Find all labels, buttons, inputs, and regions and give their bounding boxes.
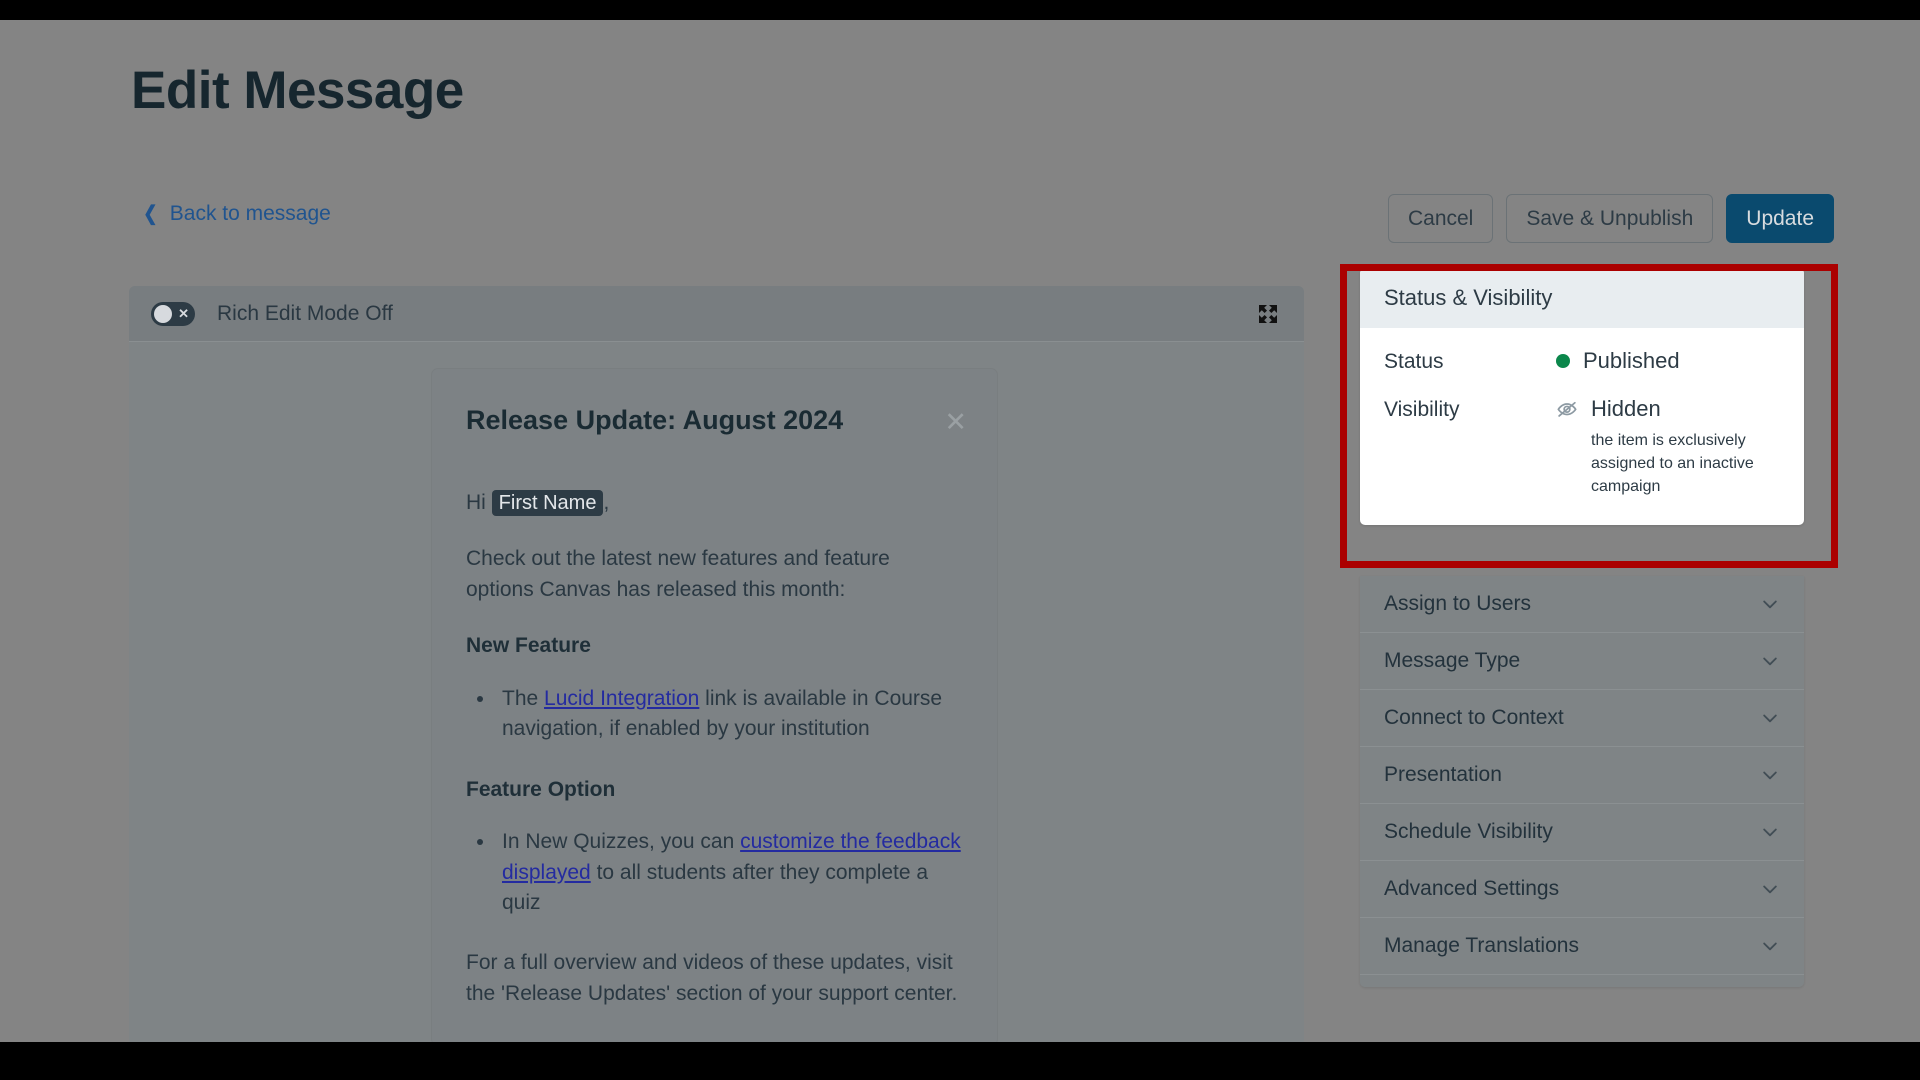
chevron-down-icon — [1760, 594, 1780, 614]
greeting-suffix: , — [603, 491, 610, 514]
chevron-down-icon — [1760, 708, 1780, 728]
message-preview-card: Release Update: August 2024 ✕ Hi First N… — [432, 369, 997, 1042]
eye-slash-icon — [1556, 398, 1578, 420]
chevron-left-icon: ❮ — [143, 203, 158, 225]
cancel-button[interactable]: Cancel — [1387, 194, 1494, 243]
chevron-down-icon — [1760, 765, 1780, 785]
visibility-note: the item is exclusively assigned to an i… — [1591, 432, 1754, 496]
page-backdrop: Edit Message ❮ Back to message Cancel Sa… — [0, 20, 1920, 1042]
accordion-item-advanced-settings[interactable]: Advanced Settings — [1360, 861, 1804, 918]
visibility-value-wrap: Hidden the item is exclusively assigned … — [1556, 396, 1780, 499]
toggle-knob — [154, 304, 172, 323]
list-item: In New Quizzes, you can customize the fe… — [496, 827, 963, 918]
accordion-label: Advanced Settings — [1384, 877, 1560, 900]
bullet-1-pre: The — [502, 686, 545, 710]
chevron-down-icon — [1760, 822, 1780, 842]
accordion-label: Message Type — [1384, 649, 1521, 672]
accordion-item-message-type[interactable]: Message Type — [1360, 633, 1804, 690]
list-item: The Lucid Integration link is available … — [496, 684, 963, 745]
status-value-wrap: Published — [1556, 348, 1780, 374]
accordion-footer-spacer — [1360, 975, 1804, 987]
update-button[interactable]: Update — [1726, 194, 1834, 243]
accordion-item-presentation[interactable]: Presentation — [1360, 747, 1804, 804]
editor-toolbar: ✕ Rich Edit Mode Off — [129, 286, 1304, 342]
app-viewport: Edit Message ❮ Back to message Cancel Sa… — [0, 20, 1920, 1042]
accordion-item-assign-to-users[interactable]: Assign to Users — [1360, 576, 1804, 633]
accordion-item-manage-translations[interactable]: Manage Translations — [1360, 918, 1804, 975]
back-to-message-label: Back to message — [169, 202, 331, 225]
visibility-value: Hidden — [1591, 396, 1661, 421]
green-dot-icon — [1556, 354, 1570, 368]
chevron-down-icon — [1760, 936, 1780, 956]
chevron-down-icon — [1760, 879, 1780, 899]
section-heading-feature-option: Feature Option — [466, 777, 616, 801]
message-editor-card: ✕ Rich Edit Mode Off Release Update: Aug… — [129, 286, 1304, 1042]
fullscreen-expand-icon[interactable] — [1256, 302, 1280, 326]
message-greeting: Hi First Name, — [466, 488, 963, 518]
status-value-line: Published — [1556, 348, 1780, 374]
accordion-label: Connect to Context — [1384, 706, 1564, 729]
message-intro: Check out the latest new features and fe… — [466, 547, 890, 601]
toggle-off-icon: ✕ — [178, 306, 189, 321]
accordion-item-connect-to-context[interactable]: Connect to Context — [1360, 690, 1804, 747]
accordion-item-schedule-visibility[interactable]: Schedule Visibility — [1360, 804, 1804, 861]
greeting-prefix: Hi — [466, 491, 492, 514]
status-value: Published — [1583, 348, 1680, 373]
save-and-unpublish-button[interactable]: Save & Unpublish — [1506, 194, 1714, 243]
rich-edit-mode-label: Rich Edit Mode Off — [217, 301, 393, 325]
sidebar: Status & Visibility Status Published Vis… — [1360, 268, 1804, 525]
message-outro: For a full overview and videos of these … — [466, 951, 958, 1005]
accordion-label: Schedule Visibility — [1384, 820, 1553, 843]
settings-accordion: Assign to Users Message Type Connect to … — [1360, 576, 1804, 987]
accordion-label: Assign to Users — [1384, 592, 1532, 615]
accordion-label: Manage Translations — [1384, 934, 1579, 957]
visibility-row: Visibility Hidden the item is exclusivel… — [1384, 396, 1780, 499]
status-visibility-body: Status Published Visibility Hidden the i… — [1360, 328, 1804, 525]
feature-option-list: In New Quizzes, you can customize the fe… — [496, 827, 963, 918]
new-feature-list: The Lucid Integration link is available … — [496, 684, 963, 745]
visibility-value-line: Hidden — [1556, 396, 1780, 422]
first-name-merge-pill: First Name — [491, 490, 604, 516]
status-visibility-heading: Status & Visibility — [1360, 268, 1804, 328]
section-heading-new-feature: New Feature — [466, 634, 591, 658]
accordion-label: Presentation — [1384, 763, 1502, 786]
back-to-message-link[interactable]: ❮ Back to message — [142, 202, 331, 226]
action-button-group: Cancel Save & Unpublish Update — [1387, 194, 1834, 243]
chevron-down-icon — [1760, 651, 1780, 671]
message-body: Hi First Name, Check out the latest new … — [466, 488, 963, 1009]
visibility-label: Visibility — [1384, 398, 1460, 421]
lucid-integration-link[interactable]: Lucid Integration — [544, 687, 699, 710]
rich-edit-mode-toggle[interactable]: ✕ — [151, 301, 195, 326]
message-title: Release Update: August 2024 — [466, 405, 844, 435]
status-row: Status Published — [1384, 348, 1780, 374]
message-preview-area: Release Update: August 2024 ✕ Hi First N… — [129, 342, 1304, 1042]
status-label: Status — [1384, 350, 1444, 373]
close-icon[interactable]: ✕ — [944, 409, 967, 436]
bullet-2-pre: In New Quizzes, you can — [502, 830, 741, 854]
page-title: Edit Message — [131, 61, 464, 120]
status-visibility-panel: Status & Visibility Status Published Vis… — [1360, 268, 1804, 525]
